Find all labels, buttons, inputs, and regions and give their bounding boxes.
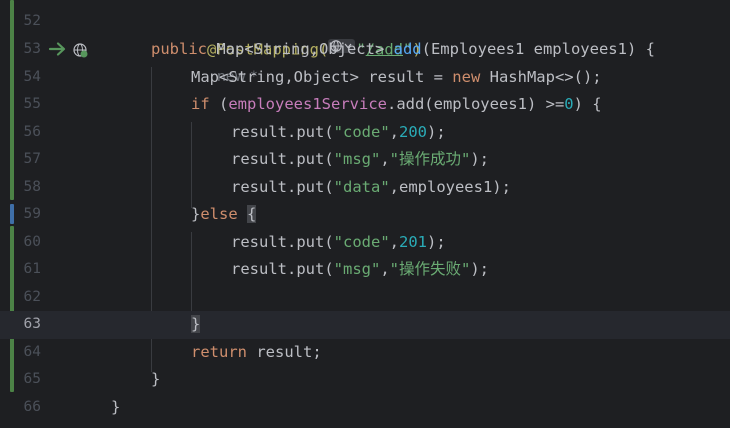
line-number[interactable]: 57 [0, 146, 41, 174]
code-text: ( [219, 95, 229, 113]
code-text: , [389, 122, 399, 141]
code-text: ,employees1); [389, 177, 511, 196]
code-text: result.put( [231, 232, 334, 251]
line-number[interactable]: 62 [0, 284, 41, 312]
keyword: else [200, 205, 248, 223]
keyword: public [151, 40, 217, 58]
code-text: ); [470, 150, 490, 168]
code-line[interactable]: 64 return result; [0, 339, 730, 367]
code-text: , [380, 150, 390, 168]
code-text: , [380, 260, 390, 278]
method-name[interactable]: add [394, 40, 422, 58]
field-reference: employees1Service [228, 95, 387, 113]
code-line[interactable]: 58 result.put("data",employees1); [0, 174, 730, 202]
code-text: Map<String,Object> result = [191, 67, 453, 86]
code-line[interactable]: 56 result.put("code",200); [0, 119, 730, 147]
line-number[interactable]: 61 [0, 256, 41, 284]
return-type: Map<String,Object> [216, 40, 394, 58]
code-editor[interactable]: 52 @PostMapping("/add") new * 53 public … [0, 0, 730, 428]
web-endpoint-icon[interactable] [72, 42, 88, 62]
code-line[interactable]: 60 result.put("code",201); [0, 229, 730, 257]
number-literal: 200 [399, 122, 427, 141]
code-text: result; [256, 342, 322, 361]
code-line[interactable]: 66 } [0, 394, 730, 422]
code-text: HashMap<>(); [489, 67, 602, 86]
string-literal: "操作成功" [389, 150, 471, 168]
code-text: ); [427, 122, 446, 141]
code-line[interactable]: 61 result.put("msg","操作失败"); [0, 256, 730, 284]
line-number[interactable]: 55 [0, 91, 41, 119]
code-text: result.put( [231, 177, 334, 196]
code-text: ) { [573, 95, 602, 113]
code-line[interactable]: 54 Map<String,Object> result = new HashM… [0, 64, 730, 92]
code-text: result.put( [231, 150, 334, 168]
line-number[interactable]: 59 [0, 201, 41, 229]
code-text: result.put( [231, 122, 334, 141]
line-number[interactable]: 60 [0, 229, 41, 257]
line-number[interactable]: 56 [0, 119, 41, 147]
code-text: result.put( [231, 260, 334, 278]
code-text: ); [470, 260, 490, 278]
number-literal: 201 [399, 232, 427, 251]
line-number[interactable]: 66 [0, 394, 41, 422]
number-literal: 0 [564, 95, 574, 113]
brace: { [247, 205, 257, 223]
line-number[interactable]: 63 [0, 311, 41, 339]
keyword: return [191, 342, 257, 361]
code-line[interactable]: 62 [0, 284, 730, 312]
string-literal: "msg" [333, 150, 381, 168]
line-number[interactable]: 54 [0, 64, 41, 92]
method-params: (Employees1 employees1) { [421, 40, 655, 58]
run-arrow-icon[interactable] [48, 40, 68, 62]
code-line[interactable]: 59 }else { [0, 201, 730, 229]
code-line-current[interactable]: 63 } [0, 311, 730, 339]
code-line[interactable]: 52 @PostMapping("/add") new * [0, 8, 730, 85]
string-literal: "code" [333, 122, 390, 141]
line-number[interactable]: 64 [0, 339, 41, 367]
line-number[interactable]: 58 [0, 174, 41, 202]
code-text: } [111, 397, 121, 416]
code-line[interactable]: 57 result.put("msg","操作成功"); [0, 146, 730, 174]
code-text: ); [427, 232, 446, 251]
code-text: } [151, 370, 161, 388]
line-number[interactable]: 65 [0, 366, 41, 394]
string-literal: "操作失败" [389, 260, 471, 278]
code-line[interactable]: 53 public Map<String,Object> add(Employe… [0, 36, 730, 64]
code-text: , [389, 232, 399, 251]
keyword: if [191, 95, 219, 113]
string-literal: "code" [333, 232, 390, 251]
code-line[interactable]: 65 } [0, 366, 730, 394]
string-literal: "data" [333, 177, 390, 196]
code-text: } [191, 205, 201, 223]
code-line[interactable]: 55 if (employees1Service.add(employees1)… [0, 91, 730, 119]
code-text: .add(employees1) >= [386, 95, 565, 113]
brace: } [191, 315, 201, 333]
line-number[interactable]: 52 [0, 8, 41, 36]
keyword: new [452, 67, 490, 86]
string-literal: "msg" [333, 260, 381, 278]
line-number[interactable]: 53 [0, 36, 41, 64]
